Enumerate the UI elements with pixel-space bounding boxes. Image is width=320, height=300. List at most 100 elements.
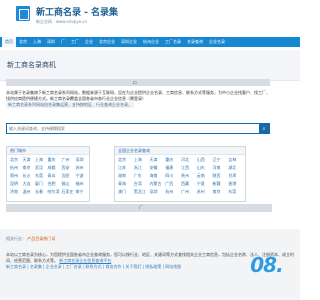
nav-item-hangzhou-company[interactable]: 杭州企业 [140, 37, 162, 47]
region-link[interactable]: 苏州 [197, 189, 211, 195]
city-link[interactable]: 深圳 [76, 157, 87, 163]
region-link[interactable]: 河北 [181, 157, 195, 163]
region-link[interactable]: 广州 [181, 189, 195, 195]
region-link[interactable]: 西藏 [181, 181, 195, 187]
region-link[interactable]: 福建 [165, 165, 179, 171]
region-link[interactable]: 江西 [181, 165, 195, 171]
info-bar: 口 [6, 79, 270, 86]
region-link[interactable]: 陕西 [213, 173, 227, 179]
region-link[interactable]: 台湾 [134, 181, 148, 187]
region-link[interactable]: 宁夏 [197, 181, 211, 187]
region-link[interactable]: 北京 [118, 157, 132, 163]
region-link[interactable]: 南京 [213, 189, 227, 195]
hot-cities-title: 热门城市 [7, 147, 89, 155]
region-link[interactable]: 山东 [197, 165, 211, 171]
city-link[interactable]: 广州 [62, 157, 74, 163]
nav-item-factory[interactable]: 厂 [58, 37, 68, 47]
region-link[interactable]: 江苏 [118, 165, 132, 171]
city-link[interactable]: 哈尔滨 [48, 189, 60, 195]
search-input[interactable] [7, 124, 259, 133]
city-link[interactable]: 南宁 [76, 189, 87, 195]
city-link[interactable]: 西安 [62, 165, 74, 171]
region-link[interactable]: 澳门 [118, 189, 132, 195]
region-link[interactable]: 深圳 [150, 189, 164, 195]
city-link[interactable]: 宁波 [76, 173, 87, 179]
region-link[interactable]: 湖南 [118, 173, 132, 179]
region-link[interactable]: 杭州 [165, 189, 179, 195]
region-link[interactable]: 吉林 [228, 157, 242, 163]
city-link[interactable]: 苏州 [76, 165, 87, 171]
nav-item-company[interactable]: 企业 [82, 37, 96, 47]
city-link[interactable]: 上海 [35, 157, 46, 163]
nav-item-factory-directory[interactable]: 工厂名录 [162, 37, 184, 47]
nav-item-directory-search[interactable]: 名录查询 [184, 37, 206, 47]
footer-description-link[interactable]: 新工商名录企业信息查询平台 [59, 258, 111, 263]
footer-heading-prefix: 相关行业： [6, 236, 26, 241]
site-subtitle: 新企业网 · www.xinqiye.cn [36, 19, 88, 24]
region-link[interactable]: 香港 [228, 181, 242, 187]
city-link[interactable]: 长沙 [23, 173, 34, 179]
city-link[interactable]: 武汉 [35, 165, 46, 171]
region-link[interactable]: 内蒙古 [150, 181, 164, 187]
region-link[interactable]: 海南 [150, 173, 164, 179]
nav-item-factories[interactable]: 工厂 [68, 37, 82, 47]
region-link[interactable]: 贵州 [181, 173, 195, 179]
intro-note: 新工商名录系列网站由名录集运营，支持按地区、行业查询企业名录。 [6, 102, 134, 108]
nav-item-shanghai[interactable]: 上海 [30, 37, 44, 47]
region-link[interactable]: 广东 [134, 173, 148, 179]
section-bar: 厂 [6, 204, 272, 212]
nav-item-home[interactable]: 首页 [2, 37, 16, 47]
city-link[interactable]: 南京 [23, 165, 34, 171]
city-link[interactable]: 昆明 [10, 181, 21, 187]
section-bar-label: 厂 [139, 205, 143, 210]
region-link[interactable]: 湖北 [228, 165, 242, 171]
search-bar: ⌕ [6, 123, 270, 134]
city-link[interactable]: 福州 [76, 181, 87, 187]
city-link[interactable]: 合肥 [48, 181, 60, 187]
city-link[interactable]: 成都 [48, 165, 60, 171]
city-link[interactable]: 沈阳 [62, 173, 74, 179]
region-title: 全国企业名录查询 [115, 147, 245, 155]
city-link[interactable]: 杭州 [10, 165, 21, 171]
footer-heading-hot[interactable]: 产品目录热门词 [27, 236, 55, 241]
city-link[interactable]: 东莞 [35, 173, 46, 179]
city-link[interactable]: 厦门 [35, 181, 46, 187]
city-link[interactable]: 天津 [23, 157, 34, 163]
city-link[interactable]: 济南 [10, 189, 21, 195]
city-link[interactable]: 温州 [23, 189, 34, 195]
city-link[interactable]: 重庆 [48, 157, 60, 163]
region-link[interactable]: 安徽 [150, 165, 164, 171]
city-link[interactable]: 北京 [10, 157, 21, 163]
site-logo[interactable] [16, 6, 30, 21]
city-link[interactable]: 长春 [35, 189, 46, 195]
nav-item-beijing-company[interactable]: 北京企业 [96, 37, 118, 47]
region-link[interactable]: 辽宁 [213, 157, 227, 163]
search-button[interactable]: ⌕ [259, 124, 269, 133]
intro-paragraph: 本站属于名录集旗下新工商名录系列网站，数据来源于互联网，旨在为企业提供企业名录、… [6, 90, 270, 101]
region-link[interactable]: 四川 [165, 173, 179, 179]
region-link[interactable]: 广西 [165, 181, 179, 187]
region-link[interactable]: 甘肃 [228, 173, 242, 179]
region-link[interactable]: 青海 [118, 181, 132, 187]
region-link[interactable]: 重庆 [165, 157, 179, 163]
nav-item-company-directory[interactable]: 企业名录 [206, 37, 228, 47]
city-link[interactable]: 郑州 [10, 173, 21, 179]
region-link[interactable]: 山西 [197, 157, 211, 163]
region-link[interactable]: 新疆 [213, 181, 227, 187]
nav-item-shenzhen-company[interactable]: 深圳企业 [118, 37, 140, 47]
region-link[interactable]: 浙江 [134, 165, 148, 171]
region-link[interactable]: 上海 [134, 157, 148, 163]
city-link[interactable]: 青岛 [48, 173, 60, 179]
nav-item-beijing[interactable]: 北京 [16, 37, 30, 47]
nav-item-shenzhen[interactable]: 深圳 [44, 37, 58, 47]
region-link[interactable]: 东莞 [228, 189, 242, 195]
region-link[interactable]: 云南 [197, 173, 211, 179]
city-link[interactable]: 佛山 [62, 181, 74, 187]
intro-text: 本站属于名录集旗下新工商名录系列网站，数据来源于互联网，旨在为企业提供企业名录、… [6, 90, 270, 108]
city-link[interactable]: 石家庄 [62, 189, 74, 195]
city-link[interactable]: 大连 [23, 181, 34, 187]
region-link[interactable]: 黑龙江 [134, 189, 148, 195]
region-link[interactable]: 河南 [213, 165, 227, 171]
region-link[interactable]: 天津 [150, 157, 164, 163]
search-icon: ⌕ [262, 125, 266, 132]
